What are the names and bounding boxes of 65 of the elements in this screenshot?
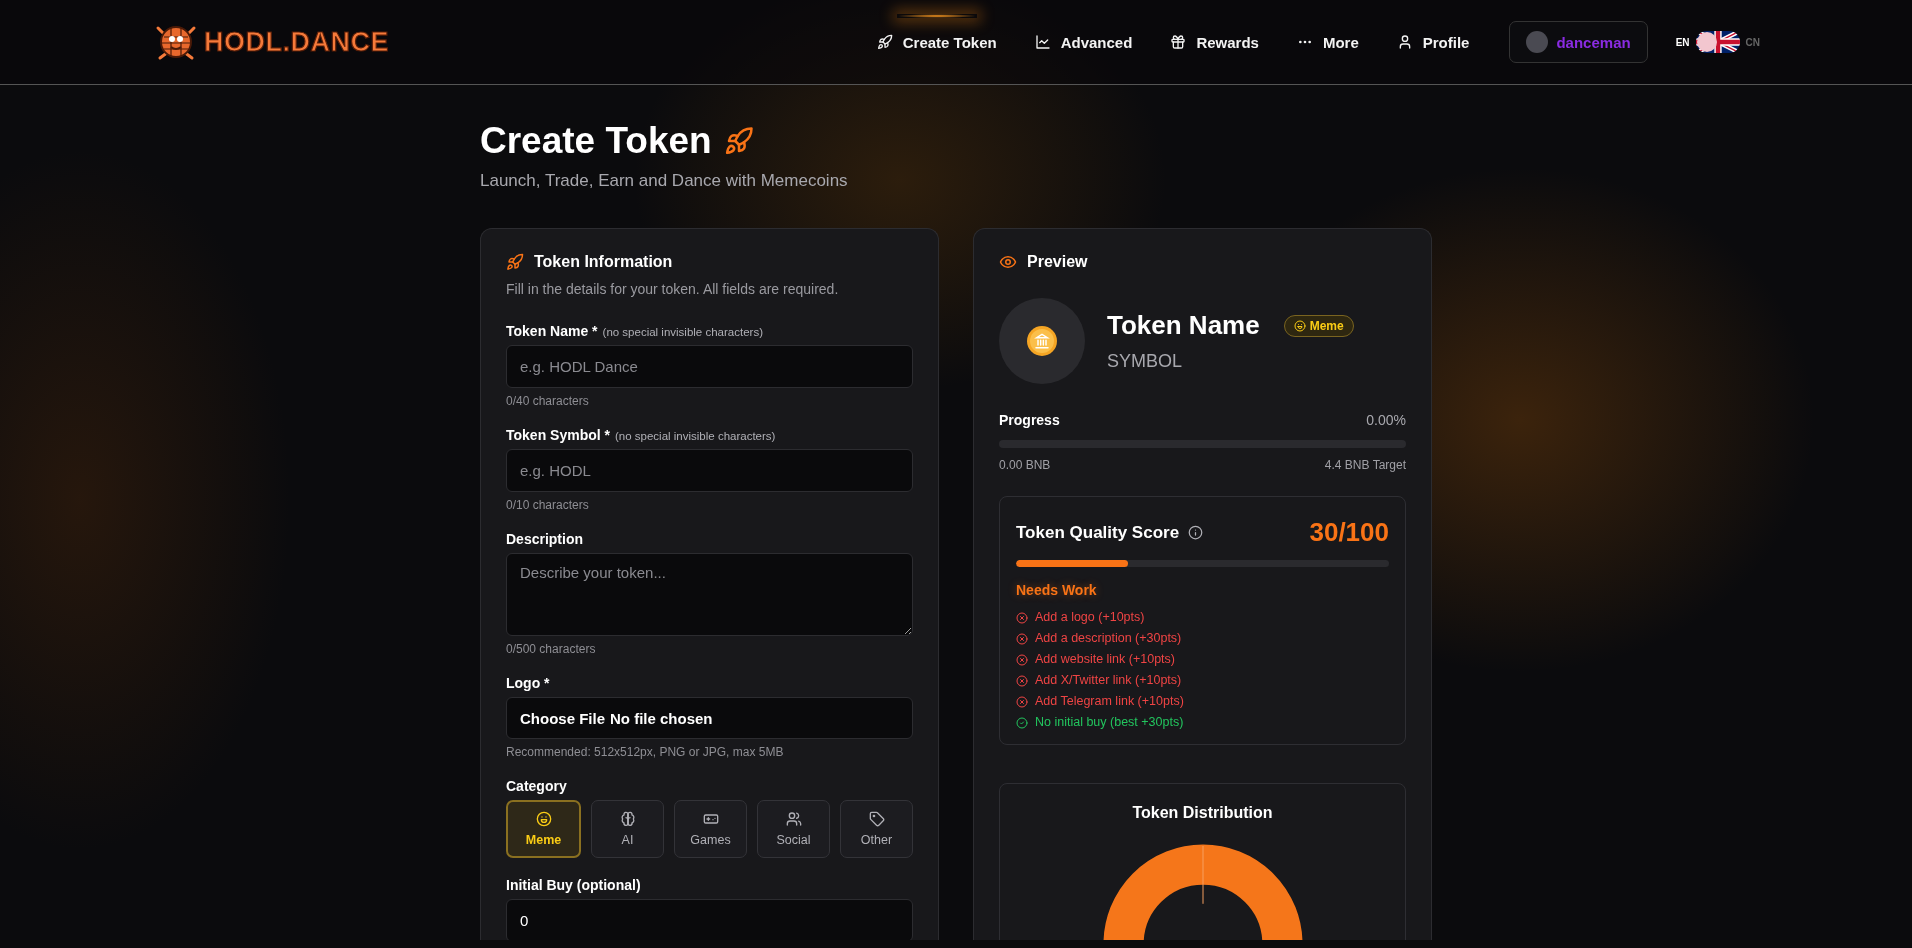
nav-link[interactable]: Advanced	[1022, 0, 1145, 84]
field-label: Description	[506, 531, 583, 548]
quality-tip: No initial buy (best +30pts)	[1035, 715, 1184, 731]
field-label: Initial Buy (optional)	[506, 877, 641, 894]
category-option[interactable]: Games	[674, 800, 747, 859]
category-option[interactable]: Social	[757, 800, 830, 859]
info-icon	[1188, 525, 1204, 541]
card-title: Preview	[1027, 253, 1088, 272]
text-field[interactable]: e.g. HODL	[506, 449, 913, 493]
quality-score-value: 30/100	[1309, 517, 1389, 549]
category-option[interactable]: Other	[840, 800, 913, 859]
nav-link[interactable]: Create Token	[864, 0, 1009, 84]
logo-text[interactable]: HODL.DANCE	[204, 26, 389, 58]
category-option[interactable]: AI	[591, 800, 664, 859]
token-name: Token Name	[1107, 310, 1260, 342]
nav-link[interactable]: Profile	[1384, 0, 1482, 84]
rocket-icon	[506, 253, 524, 272]
progress-percent: 0.00%	[1366, 412, 1406, 429]
quality-tip: Add X/Twitter link (+10pts)	[1035, 673, 1182, 689]
quality-score-title: Token Quality Score	[1016, 522, 1180, 543]
avatar-icon	[1526, 31, 1549, 53]
field-help-text: 0/500 characters	[506, 642, 597, 657]
field-help-text: Recommended: 512x512px, PNG or JPG, max 5MB	[506, 745, 785, 760]
text-field[interactable]: 0	[506, 899, 913, 941]
line-chart-icon	[1034, 34, 1051, 50]
rocket-icon	[723, 126, 754, 157]
field-hint: (no special invisible characters)	[615, 430, 776, 443]
category-option[interactable]: Meme	[506, 800, 581, 859]
brain-icon	[619, 811, 636, 828]
field-label: Category	[506, 778, 567, 795]
language-toggle[interactable]	[1695, 31, 1740, 53]
quality-tip: Add Telegram link (+10pts)	[1035, 694, 1184, 710]
smiley-icon	[535, 811, 552, 828]
distribution-title: Token Distribution	[1132, 804, 1273, 823]
card-description: Fill in the details for your token. All fields are required.	[506, 281, 840, 298]
field-help-text: 0/40 characters	[506, 394, 590, 409]
raised-amount: 0.00 BNB	[999, 458, 1051, 473]
card-title: Token Information	[534, 253, 673, 272]
page-subtitle: Launch, Trade, Earn and Dance with Memecoins	[480, 171, 849, 192]
quality-tip: Add a logo (+10pts)	[1035, 610, 1145, 626]
file-input[interactable]: Choose File No file chosen	[506, 697, 913, 740]
coin-icon	[1026, 325, 1058, 358]
smiley-icon	[1293, 319, 1306, 332]
text-field[interactable]: e.g. HODL Dance	[506, 345, 913, 389]
field-label: Token Name *	[506, 323, 598, 340]
quality-tip: Add website link (+10pts)	[1035, 652, 1175, 668]
tag-icon	[868, 811, 885, 828]
language-label[interactable]: EN	[1675, 36, 1690, 48]
gift-icon	[1170, 34, 1187, 50]
nav-link[interactable]: More	[1284, 0, 1371, 84]
field-label: Logo *	[506, 675, 550, 692]
target-amount: 4.4 BNB Target	[1324, 458, 1406, 473]
progress-label: Progress	[999, 412, 1060, 429]
description-field[interactable]: Describe your token...	[506, 553, 913, 637]
nav-link[interactable]: Rewards	[1158, 0, 1271, 84]
token-symbol: SYMBOL	[1107, 351, 1184, 373]
page-title: Create Token	[480, 119, 712, 163]
rocket-icon	[876, 34, 893, 50]
field-hint: (no special invisible characters)	[602, 326, 763, 339]
field-help-text: 0/10 characters	[506, 498, 590, 513]
quality-tip: Add a description (+30pts)	[1035, 631, 1182, 647]
category-badge: Meme	[1283, 314, 1354, 337]
field-label: Token Symbol *	[506, 427, 610, 444]
quality-status: Needs Work	[1016, 582, 1098, 599]
people-icon	[785, 811, 802, 828]
